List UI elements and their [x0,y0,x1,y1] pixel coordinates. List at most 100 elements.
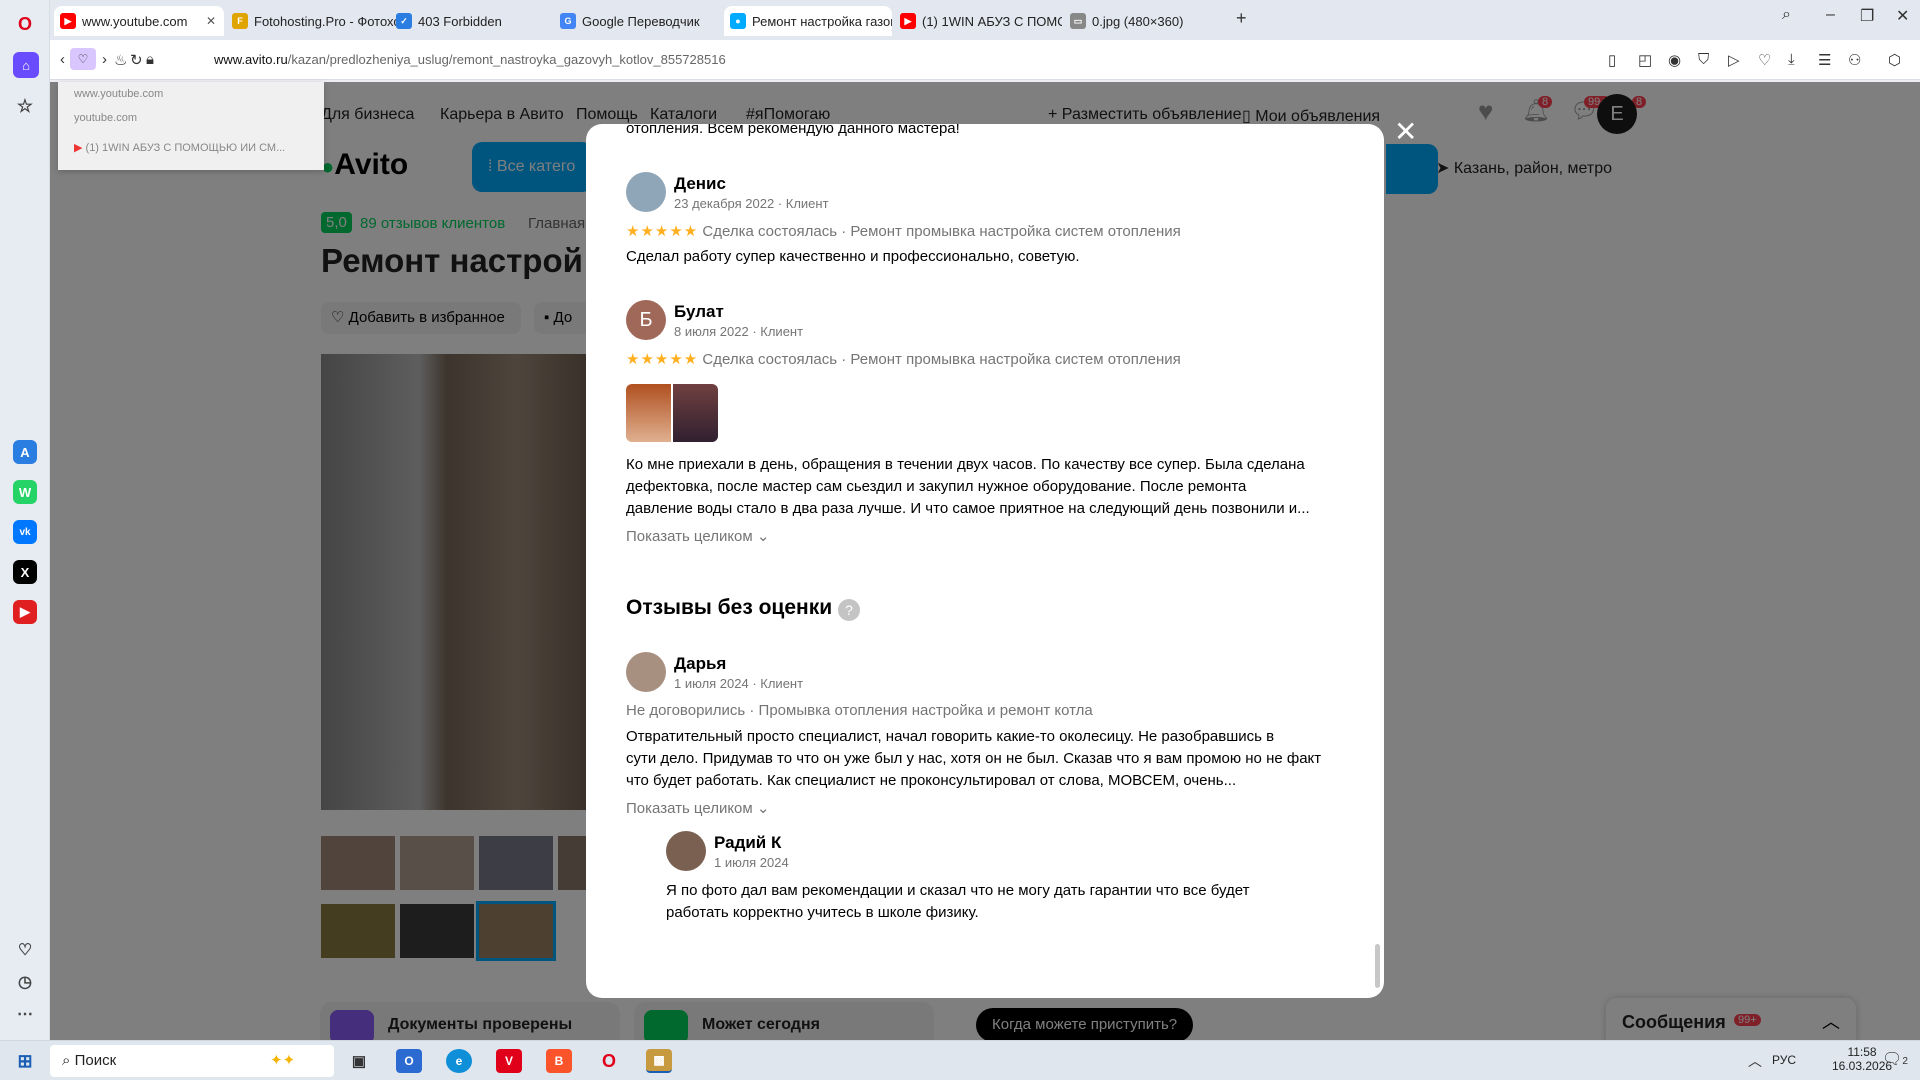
brave-icon[interactable]: B [546,1049,572,1073]
review-line: что будет работать. Как специалист не пр… [626,772,1237,789]
reviewer-name: Радий К [714,833,782,852]
tab-avito[interactable]: ● Ремонт настройка газов [724,6,892,36]
tab-label: Fotohosting.Pro - Фотохо [254,13,396,29]
new-tab-button[interactable]: + [1236,8,1247,29]
reader-icon[interactable]: ▯ [1608,51,1616,69]
search-box[interactable]: ⌕ Поиск ✦✦ [50,1045,334,1077]
snapshot-icon[interactable]: ◰ [1638,51,1652,69]
tab-translate[interactable]: G Google Переводчик [554,6,724,36]
camera-icon[interactable]: ◉ [1668,51,1681,69]
vk-icon[interactable]: vk [13,520,37,544]
review-line: Я по фото дал вам рекомендации и сказал … [666,882,1250,899]
more-icon[interactable]: ⋯ [13,1002,37,1026]
opera-icon[interactable]: O [596,1049,622,1073]
close-icon[interactable]: ✕ [206,14,216,28]
avatar [626,652,666,692]
address-bar: ‹ ♡ › ♨ ↻ 🔒︎ www.avito.ru/kazan/predlozh… [50,40,1920,80]
menu-icon[interactable]: ☰ [1818,51,1831,69]
vivaldi-icon[interactable]: V [496,1049,522,1073]
show-more-label: Показать целиком [626,800,753,817]
back-icon[interactable]: ‹ [60,51,65,68]
whatsapp-icon[interactable]: W [13,480,37,504]
review-text: Отвратительный просто специалист, начал … [626,726,1326,792]
review-status-label: Сделка состоялась · Ремонт промывка наст… [702,223,1181,240]
history-item-label: (1) 1WIN АБУЗ С ПОМОЩЬЮ ИИ СМ... [85,142,286,154]
image-icon: ▭ [1070,13,1086,29]
taskbar: ⊞ ⌕ Поиск ✦✦ ▣ O e V B O ▩ ︿ РУС 11:58 16… [0,1040,1920,1080]
history-dropdown: www.youtube.com youtube.com ▶ (1) 1WIN А… [58,82,324,170]
review-meta: 1 июля 2024 [714,855,789,870]
x-icon[interactable]: X [13,560,37,584]
history-item[interactable]: ▶ (1) 1WIN АБУЗ С ПОМОЩЬЮ ИИ СМ... [58,136,324,160]
edge-icon[interactable]: e [446,1049,472,1073]
scrollbar[interactable] [1375,944,1380,988]
history-item[interactable]: youtube.com [58,106,324,130]
review-line: Отвратительный просто специалист, начал … [626,728,1275,745]
avatar [626,172,666,212]
show-more-link[interactable]: Показать целиком ⌄ [626,527,769,545]
stars-icon: ★★★★★ [626,223,699,240]
play-icon[interactable]: ▷ [1728,51,1740,69]
tab-fotohosting[interactable]: F Fotohosting.Pro - Фотохо [226,6,396,36]
favorites-icon[interactable]: ♡ [1758,51,1771,69]
search-tabs-icon[interactable]: ⌕ [1782,6,1791,24]
youtube-icon: ▶ [900,13,916,29]
history-item[interactable]: www.youtube.com [58,82,324,106]
aria-icon[interactable]: A [13,440,37,464]
windows-start-icon[interactable]: ⊞ [12,1049,38,1073]
home-icon[interactable]: ⌂ [13,52,39,78]
tab-1win[interactable]: ▶ (1) 1WIN АБУЗ С ПОМОЩ [894,6,1062,36]
tab-label: 403 Forbidden [418,13,502,29]
review-photo[interactable] [626,384,671,442]
profile-icon[interactable]: ⚇ [1848,51,1861,69]
show-more-label: Показать целиком [626,528,753,545]
review-line: дефектовка, после мастер сам сьездил и з… [626,478,1247,495]
opera-logo-icon[interactable]: O [13,12,37,36]
tab-jpg[interactable]: ▭ 0.jpg (480×360) [1064,6,1234,36]
heart-icon[interactable]: ♡ [13,938,37,962]
url-field[interactable]: www.avito.ru/kazan/predlozheniya_uslug/r… [214,52,726,67]
adblock-icon[interactable]: ⛉ [1698,51,1709,68]
forward-icon[interactable]: › [102,51,107,68]
tab-bar: ▶ www.youtube.com ✕ F Fotohosting.Pro - … [50,0,1920,40]
avito-icon: ● [730,13,746,29]
chevron-up-icon[interactable]: ︿ [1748,1051,1762,1071]
review-status: ★★★★★ Сделка состоялась · Ремонт промывк… [626,222,1181,240]
music-player-icon[interactable]: ▶ [13,600,37,624]
review-meta: 8 июля 2022 · Клиент [674,324,804,339]
review-text: Сделал работу супер качественно и профес… [626,248,1080,265]
tab-forbidden[interactable]: ✓ 403 Forbidden [390,6,560,36]
close-modal-button[interactable]: ✕ [1394,118,1417,146]
reviewer-name: Булат [674,302,724,321]
tab-youtube[interactable]: ▶ www.youtube.com ✕ [54,6,224,36]
notification-icon[interactable]: 🗨︎2 [1882,1049,1908,1069]
show-more-link[interactable]: Показать целиком ⌄ [626,799,769,817]
sparkle-icon: ✦✦ [270,1052,296,1069]
language-indicator[interactable]: РУС [1772,1053,1796,1067]
lock-icon: 🔒︎ [146,51,154,68]
review-line: давление воды стало в два раза лучше. И … [626,500,1310,517]
task-view-icon[interactable]: ▣ [346,1049,372,1073]
maximize-button[interactable]: ❐ [1860,6,1874,26]
close-window-button[interactable]: ✕ [1896,6,1909,26]
review-line: Ко мне приехали в день, обращения в тече… [626,456,1305,473]
fotohosting-icon: F [232,13,248,29]
game-icon[interactable]: ▩ [646,1049,672,1073]
review-photo[interactable] [673,384,718,442]
flame-icon[interactable]: ♨ [114,51,127,69]
review-meta: 23 декабря 2022 · Клиент [674,196,829,211]
help-icon[interactable]: ? [838,599,860,621]
pinboard-icon[interactable]: ☆ [13,94,37,118]
tab-label: (1) 1WIN АБУЗ С ПОМОЩ [922,13,1062,29]
outlook-icon[interactable]: O [396,1049,422,1073]
url-host: www.avito.ru [214,52,288,67]
extensions-icon[interactable]: ⬡ [1888,51,1901,69]
heart-badge-icon[interactable]: ♡ [70,48,96,70]
reload-icon[interactable]: ↻ [130,51,143,69]
tab-label: Google Переводчик [582,13,700,29]
minimize-button[interactable]: – [1826,6,1835,24]
history-icon[interactable]: ◷ [13,970,37,994]
download-icon[interactable]: ⤓ [1788,51,1795,68]
tab-label: 0.jpg (480×360) [1092,13,1184,29]
youtube-icon: ▶ [74,142,83,154]
